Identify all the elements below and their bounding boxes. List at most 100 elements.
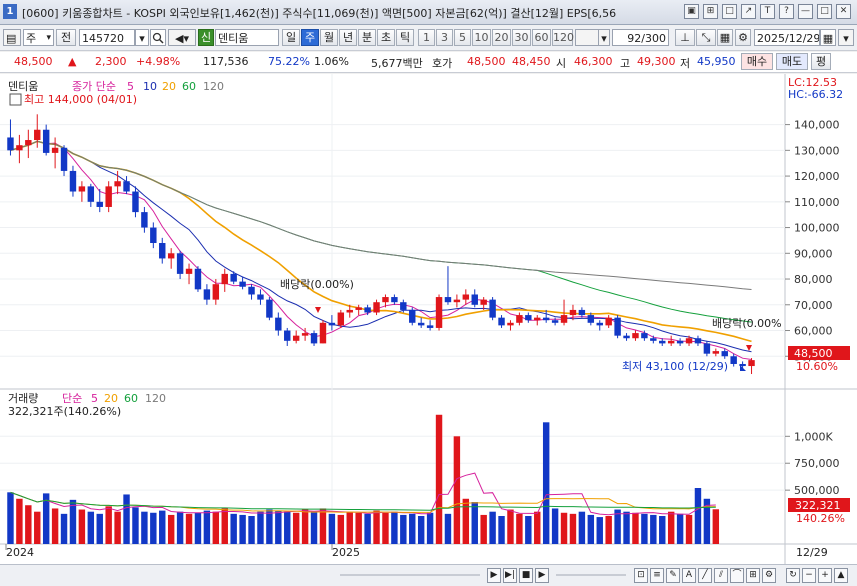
- sound-icon[interactable]: ◀▾: [168, 29, 196, 46]
- candle-body: [114, 181, 121, 187]
- grid-icon[interactable]: ⊞: [746, 568, 760, 583]
- volume-bar: [221, 508, 228, 544]
- plus-icon[interactable]: +: [818, 568, 832, 583]
- play-icon[interactable]: ▶: [535, 568, 549, 583]
- volume-bar: [382, 512, 389, 544]
- price-tick-label: 80,000: [794, 273, 833, 286]
- code-input[interactable]: 145720: [79, 29, 135, 46]
- volume-pct-tag: 140.26%: [796, 512, 845, 525]
- stock-name-field[interactable]: 덴티움: [215, 29, 279, 46]
- trend-icon[interactable]: ╱: [698, 568, 712, 583]
- interval-5[interactable]: 5: [454, 29, 471, 46]
- quote-row: 48,500 ▲ 2,300 +4.98% 117,536 75.22% 1.0…: [0, 52, 857, 73]
- volume-bar: [34, 511, 41, 544]
- period-day[interactable]: 일: [282, 29, 300, 46]
- chevron-down-icon[interactable]: ▾: [135, 29, 149, 46]
- interval-10[interactable]: 10: [472, 29, 491, 46]
- volume-bar: [417, 516, 425, 544]
- new-stock-badge[interactable]: 신: [198, 29, 214, 46]
- min-price-label: 최저 43,100 (12/29): [622, 360, 728, 373]
- restore-icon[interactable]: □: [722, 4, 737, 19]
- menu-icon[interactable]: ▤: [3, 29, 21, 46]
- arrow-up-icon[interactable]: ▲: [834, 568, 848, 583]
- period-year[interactable]: 년: [339, 29, 357, 46]
- calendar-icon[interactable]: [9, 93, 22, 106]
- market-select[interactable]: 주 ▾: [23, 29, 54, 46]
- period-second[interactable]: 초: [377, 29, 395, 46]
- page-counter[interactable]: 92/300: [612, 29, 669, 46]
- chart-area[interactable]: 덴티움 종가 단순 5 10 20 60 120 최고 144,000 (04/…: [0, 74, 857, 564]
- period-month[interactable]: 월: [320, 29, 338, 46]
- compare-icon[interactable]: ⤡: [696, 29, 716, 46]
- dividend-label-1: 배당락(0.00%): [280, 278, 354, 291]
- x-label-2024: 2024: [6, 546, 34, 559]
- candle-body: [69, 170, 77, 192]
- stock-chart[interactable]: 덴티움 종가 단순 5 10 20 60 120 최고 144,000 (04/…: [0, 74, 857, 564]
- search-icon[interactable]: [150, 29, 166, 46]
- sell-button[interactable]: 매도: [776, 53, 808, 70]
- volume-bar: [51, 508, 59, 544]
- scroll-track[interactable]: [340, 574, 480, 576]
- text-icon[interactable]: A: [682, 568, 696, 583]
- interval-custom[interactable]: [575, 29, 599, 46]
- interval-120[interactable]: 120: [552, 29, 574, 46]
- window-controls: ▣ ⊞ □ ↗ T ? — □ ✕: [684, 4, 851, 19]
- minimize-icon[interactable]: —: [798, 4, 813, 19]
- draw-icon[interactable]: ✎: [666, 568, 680, 583]
- period-week[interactable]: 주: [301, 29, 319, 46]
- link-icon[interactable]: ▣: [684, 4, 699, 19]
- scroll-right-icon[interactable]: ▶: [487, 568, 501, 583]
- candle-body: [212, 284, 220, 300]
- period-minute[interactable]: 분: [358, 29, 376, 46]
- period-tick[interactable]: 틱: [396, 29, 414, 46]
- channel-icon[interactable]: ⫽: [714, 568, 728, 583]
- gear-icon[interactable]: ⚙: [735, 29, 751, 46]
- volume-bar: [632, 512, 639, 544]
- x-label-right: 12/29: [796, 546, 828, 559]
- interval-60[interactable]: 60: [532, 29, 551, 46]
- minus-icon[interactable]: −: [802, 568, 816, 583]
- refresh-icon[interactable]: ↻: [786, 568, 800, 583]
- interval-1[interactable]: 1: [418, 29, 435, 46]
- volume-bar: [605, 516, 612, 544]
- volume-bar: [453, 436, 461, 544]
- buy-button[interactable]: 매수: [741, 53, 773, 70]
- popout-icon[interactable]: ↗: [741, 4, 756, 19]
- chevron-down-icon[interactable]: ▾: [838, 29, 854, 46]
- maximize-icon[interactable]: □: [817, 4, 832, 19]
- volume-value: 117,536: [203, 55, 249, 68]
- font-icon[interactable]: T: [760, 4, 775, 19]
- fib-icon[interactable]: ⌒: [730, 568, 744, 583]
- close-icon[interactable]: ✕: [836, 4, 851, 19]
- stop-icon[interactable]: ■: [519, 568, 533, 583]
- candle-body: [605, 317, 612, 326]
- interval-20[interactable]: 20: [492, 29, 511, 46]
- candle-type-icon[interactable]: ⊥: [675, 29, 695, 46]
- low-label: 저: [680, 57, 691, 70]
- current-price-tag: 48,500: [794, 347, 833, 360]
- evaluate-button[interactable]: 평: [811, 53, 831, 70]
- lines-icon[interactable]: ≡: [650, 568, 664, 583]
- prev-button[interactable]: 전: [56, 29, 76, 46]
- chevron-down-icon[interactable]: ▾: [598, 29, 610, 46]
- volume-bar: [194, 512, 202, 544]
- help-icon[interactable]: ?: [779, 4, 794, 19]
- interval-30[interactable]: 30: [512, 29, 531, 46]
- candle-body: [346, 309, 353, 313]
- date-field[interactable]: 2025/12/29: [754, 29, 820, 46]
- volume-bar: [248, 516, 255, 544]
- volume-bar: [212, 511, 220, 544]
- toolbar: ▤ 주 ▾ 전 145720 ▾ ◀▾ 신 덴티움 일 주 월 년 분 초 틱 1…: [0, 26, 857, 51]
- settings-icon[interactable]: ⚙: [762, 568, 776, 583]
- candle-body: [596, 322, 603, 326]
- zoom-track[interactable]: [556, 574, 626, 576]
- zoom-icon[interactable]: ⊡: [634, 568, 648, 583]
- interval-3[interactable]: 3: [436, 29, 453, 46]
- price-tick-label: 70,000: [794, 299, 833, 312]
- tile-icon[interactable]: ⊞: [703, 4, 718, 19]
- save-icon[interactable]: ▦: [717, 29, 733, 46]
- calendar-icon[interactable]: ▦: [820, 29, 836, 46]
- candle-body: [551, 320, 559, 323]
- window-title: [0600] 키움종합차트 - KOSPI 외국인보유[1,462(천)] 주식…: [22, 7, 617, 20]
- fast-forward-icon[interactable]: ▶|: [503, 568, 517, 583]
